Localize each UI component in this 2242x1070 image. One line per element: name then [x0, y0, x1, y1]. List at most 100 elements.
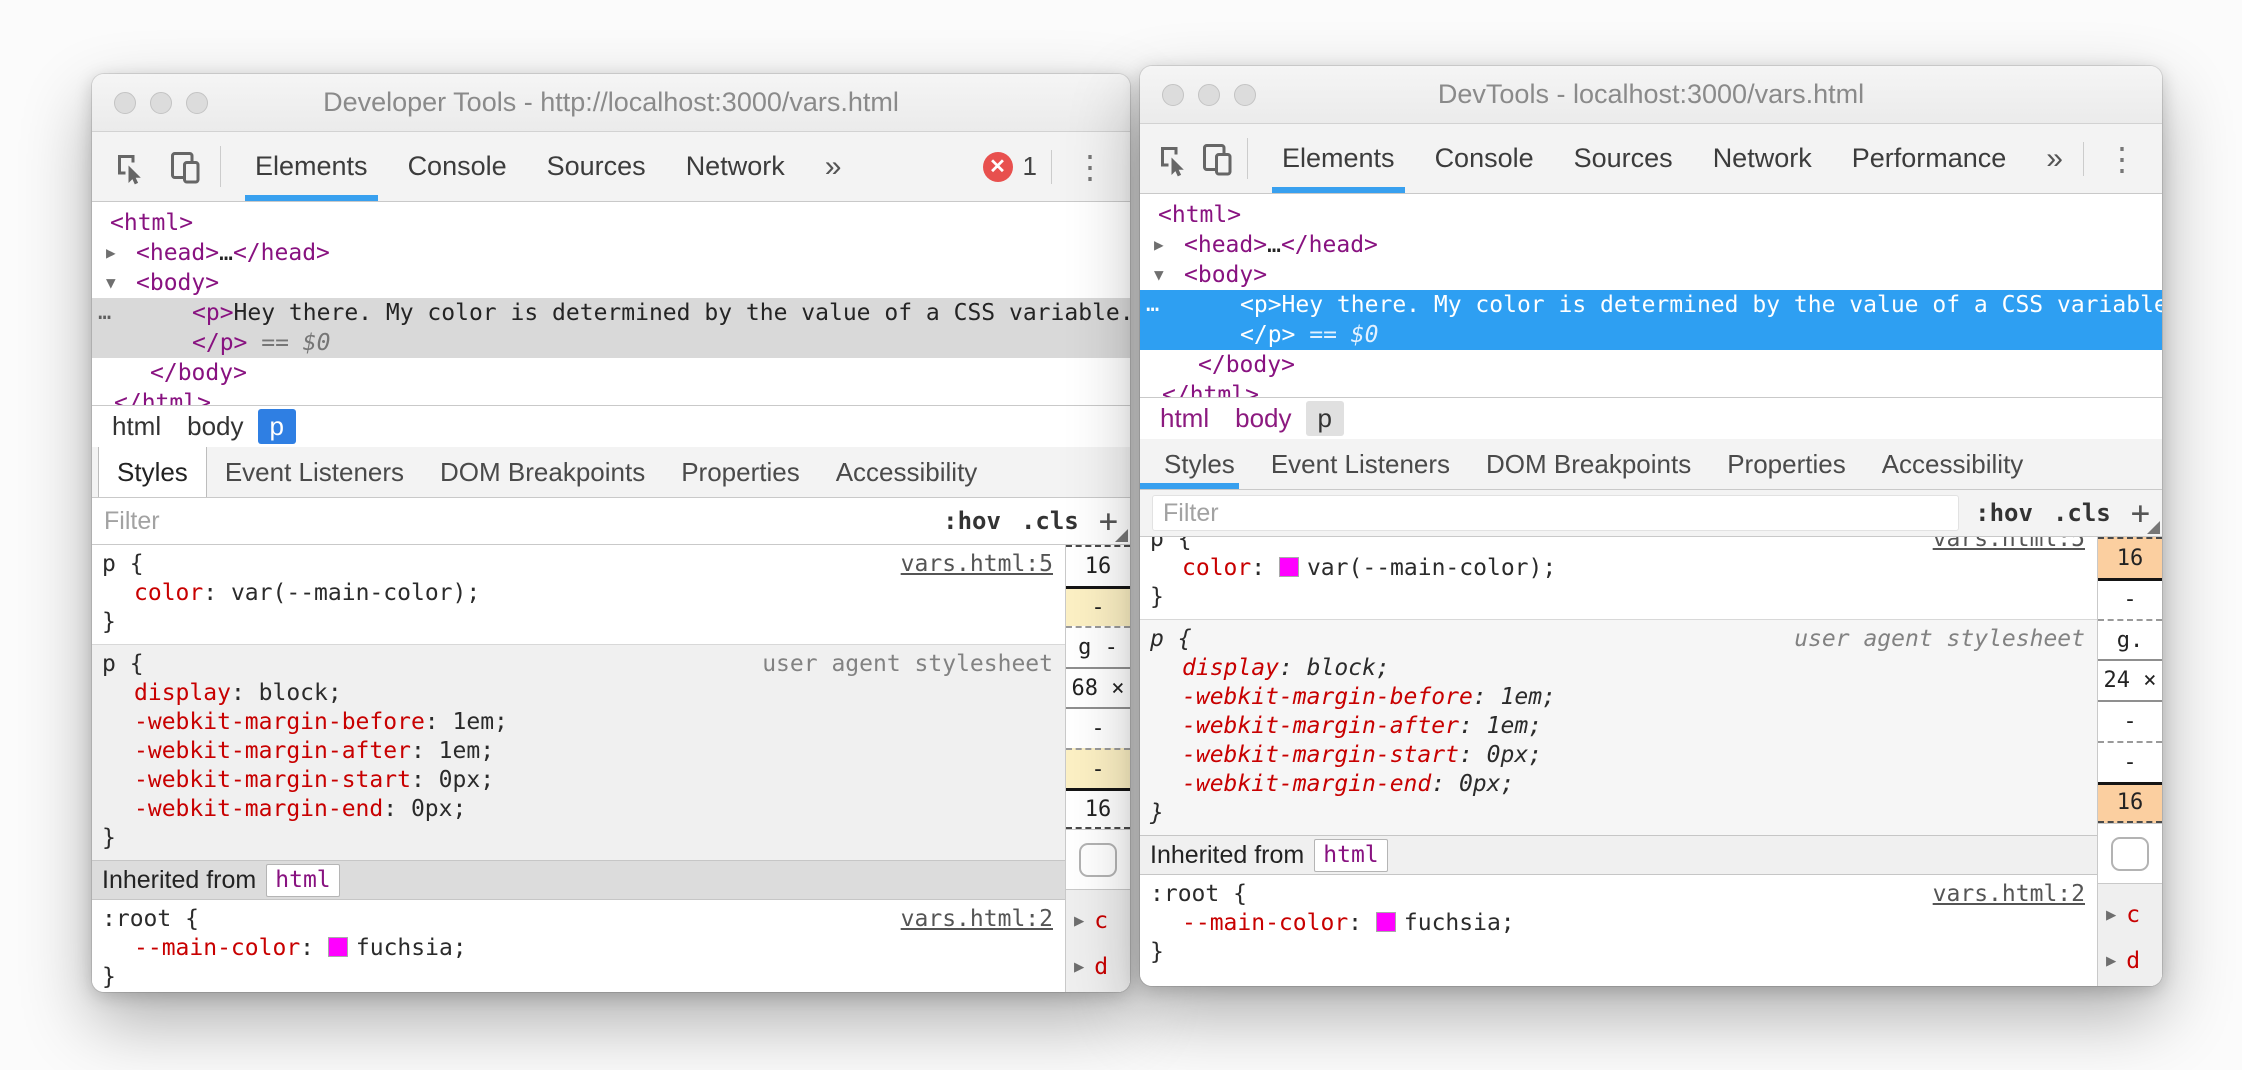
inspect-element-icon[interactable]	[102, 132, 158, 201]
css-property[interactable]: display: block;	[1150, 654, 2085, 683]
filter-input[interactable]	[1163, 499, 1948, 528]
box-model-padding-value[interactable]: g.	[2098, 619, 2162, 660]
expand-arrow-icon[interactable]: ▶	[1154, 230, 1184, 260]
rule-selector[interactable]: p {	[1150, 537, 1192, 554]
breadcrumb-html[interactable]: html	[100, 409, 173, 444]
rule-selector[interactable]: p {	[102, 650, 144, 679]
node-head[interactable]: ▶<head>…</head>	[1140, 230, 2162, 260]
breadcrumb-p[interactable]: p	[258, 409, 296, 444]
hov-toggle[interactable]: :hov	[1975, 499, 2033, 527]
node-head[interactable]: ▶<head>…</head>	[92, 238, 1130, 268]
tab-dom-breakpoints[interactable]: DOM Breakpoints	[1468, 439, 1709, 489]
box-model-border-value[interactable]: -	[2098, 741, 2162, 782]
menu-dots-icon[interactable]: ⋮	[1066, 148, 1114, 186]
stylesheet-link[interactable]: vars.html:2	[901, 905, 1053, 934]
node-html-close[interactable]: </html>	[92, 388, 1130, 405]
expand-arrow-icon[interactable]: ▶	[2106, 905, 2116, 925]
breadcrumb-body[interactable]: body	[1223, 401, 1303, 436]
close-window-button[interactable]	[114, 92, 136, 114]
css-rule-p[interactable]: p {vars.html:5 color: var(--main-color);…	[1140, 537, 2097, 619]
error-badge[interactable]: ✕ 1	[983, 151, 1037, 182]
node-gutter-ellipsis[interactable]: …	[98, 298, 111, 328]
expand-arrow-icon[interactable]: ▶	[1074, 911, 1084, 931]
tab-event-listeners[interactable]: Event Listeners	[1253, 439, 1468, 489]
css-property[interactable]: -webkit-margin-before: 1em;	[1150, 683, 2085, 712]
minimize-window-button[interactable]	[150, 92, 172, 114]
css-property[interactable]: -webkit-margin-after: 1em;	[1150, 712, 2085, 741]
css-property[interactable]: color: var(--main-color);	[1150, 554, 2085, 583]
tab-styles[interactable]: Styles	[1146, 439, 1253, 489]
tab-accessibility[interactable]: Accessibility	[818, 447, 996, 497]
color-swatch[interactable]	[1376, 912, 1396, 932]
box-model-content-size[interactable]: 68 ×	[1066, 667, 1130, 708]
css-property[interactable]: -webkit-margin-before: 1em;	[102, 708, 1053, 737]
node-html-open[interactable]: <html>	[1140, 200, 2162, 230]
cls-toggle[interactable]: .cls	[1021, 507, 1079, 535]
tab-console[interactable]: Console	[388, 132, 527, 201]
expand-arrow-icon[interactable]: ▶	[2106, 951, 2116, 971]
cls-toggle[interactable]: .cls	[2053, 499, 2111, 527]
tab-properties[interactable]: Properties	[663, 447, 818, 497]
tab-network[interactable]: Network	[666, 132, 805, 201]
color-swatch[interactable]	[328, 937, 348, 957]
inherited-node-chip[interactable]: html	[266, 864, 339, 897]
box-model-margin-value[interactable]: 16	[2098, 537, 2162, 578]
node-html-close[interactable]: </html>	[1140, 380, 2162, 397]
node-body-open[interactable]: ▼<body>	[1140, 260, 2162, 290]
node-body-close[interactable]: </body>	[1140, 350, 2162, 380]
box-model-margin-value[interactable]: 16	[1066, 788, 1130, 829]
tab-properties[interactable]: Properties	[1709, 439, 1864, 489]
node-html-open[interactable]: <html>	[92, 208, 1130, 238]
box-model-margin-value[interactable]: 16	[1066, 545, 1130, 586]
box-model-border-value[interactable]: -	[1066, 586, 1130, 627]
expand-arrow-icon[interactable]: ▶	[1074, 957, 1084, 977]
css-rule-user-agent[interactable]: p {user agent stylesheet display: block;…	[92, 644, 1065, 860]
more-tabs-chevron-icon[interactable]: »	[805, 132, 862, 201]
box-model-padding-value[interactable]: g -	[1066, 626, 1130, 667]
stylesheet-link[interactable]: vars.html:5	[901, 550, 1053, 579]
collapse-arrow-icon[interactable]: ▼	[106, 268, 136, 298]
tab-elements[interactable]: Elements	[1262, 124, 1415, 193]
stylesheet-link[interactable]: vars.html:2	[1933, 880, 2085, 909]
breadcrumb-p[interactable]: p	[1306, 401, 1344, 436]
css-property[interactable]: --main-color: fuchsia;	[1150, 909, 2085, 938]
rule-selector[interactable]: p {	[102, 550, 144, 579]
rule-selector[interactable]: :root {	[102, 905, 199, 934]
rule-selector[interactable]: p {	[1150, 625, 1192, 654]
minimize-window-button[interactable]	[1198, 84, 1220, 106]
css-rule-p[interactable]: p { vars.html:5 color: var(--main-color);…	[92, 545, 1065, 644]
tab-dom-breakpoints[interactable]: DOM Breakpoints	[422, 447, 663, 497]
show-all-checkbox[interactable]	[2111, 837, 2149, 871]
tab-network[interactable]: Network	[1693, 124, 1832, 193]
rule-selector[interactable]: :root {	[1150, 880, 1247, 909]
close-window-button[interactable]	[1162, 84, 1184, 106]
box-model-padding-value[interactable]: -	[1066, 707, 1130, 748]
resize-grip-icon[interactable]	[1115, 529, 1128, 542]
expand-arrow-icon[interactable]: ▶	[106, 238, 136, 268]
css-rule-root[interactable]: :root {vars.html:2 --main-color: fuchsia…	[92, 900, 1065, 992]
computed-property-row[interactable]: ▶d	[2106, 938, 2162, 984]
node-body-open[interactable]: ▼<body>	[92, 268, 1130, 298]
more-tabs-chevron-icon[interactable]: »	[2026, 124, 2083, 193]
collapse-arrow-icon[interactable]: ▼	[1154, 260, 1184, 290]
css-property[interactable]: -webkit-margin-start: 0px;	[1150, 741, 2085, 770]
tab-sources[interactable]: Sources	[527, 132, 666, 201]
node-body-close[interactable]: </body>	[92, 358, 1130, 388]
css-rule-user-agent[interactable]: p {user agent stylesheet display: block;…	[1140, 619, 2097, 835]
filter-input[interactable]	[104, 507, 943, 536]
breadcrumb-body[interactable]: body	[175, 409, 255, 444]
titlebar[interactable]: DevTools - localhost:3000/vars.html	[1140, 66, 2162, 124]
css-property[interactable]: display: block;	[102, 679, 1053, 708]
color-swatch[interactable]	[1279, 557, 1299, 577]
css-property[interactable]: color: var(--main-color);	[102, 579, 1053, 608]
menu-dots-icon[interactable]: ⋮	[2098, 140, 2146, 178]
css-property[interactable]: -webkit-margin-end: 0px;	[1150, 770, 2085, 799]
box-model-border-value[interactable]: -	[1066, 748, 1130, 789]
tab-styles[interactable]: Styles	[98, 447, 207, 497]
device-toolbar-icon[interactable]	[1196, 124, 1242, 193]
computed-property-row[interactable]: ▶d	[1074, 944, 1130, 990]
box-model-padding-value[interactable]: -	[2098, 700, 2162, 741]
device-toolbar-icon[interactable]	[158, 132, 214, 201]
box-model-content-size[interactable]: 24 ×	[2098, 659, 2162, 700]
box-model-border-value[interactable]: -	[2098, 578, 2162, 619]
